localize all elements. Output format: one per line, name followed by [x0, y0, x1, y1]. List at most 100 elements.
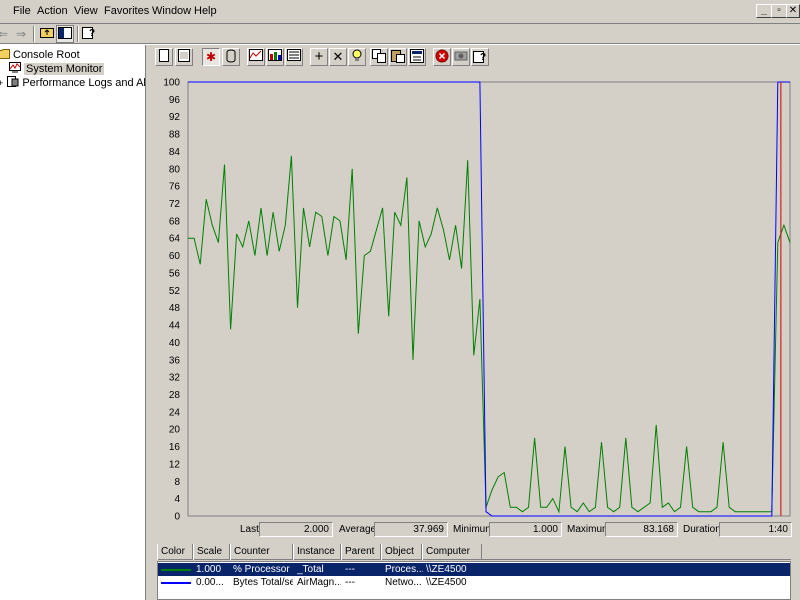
help-icon[interactable]: ? [471, 48, 489, 66]
view-graph-icon[interactable] [247, 48, 265, 66]
show-hide-tree-icon[interactable] [56, 25, 74, 43]
y-tick-label: 76 [169, 182, 181, 193]
y-tick-label: 100 [163, 78, 180, 89]
column-header-color[interactable]: Color [157, 544, 193, 560]
paste-counter-list-icon[interactable] [389, 48, 407, 66]
menu-action[interactable]: Action [37, 5, 68, 17]
y-tick-label: 96 [169, 95, 181, 106]
console-tree: Console Root System Monitor + Performanc… [0, 45, 164, 600]
legend-counter: % Processor ... [233, 564, 293, 575]
up-one-level-icon[interactable] [38, 25, 56, 43]
y-tick-label: 36 [169, 355, 181, 366]
maximum-label: Maximum [567, 524, 611, 535]
legend-scale: 0.00... [196, 577, 224, 588]
legend-computer: \\ZE4500 [426, 564, 467, 575]
toolbar-separator [77, 26, 79, 42]
menu-favorites[interactable]: Favorites [104, 5, 149, 17]
update-data-icon[interactable] [452, 48, 470, 66]
restore-button[interactable]: ▫ [771, 4, 787, 18]
add-counter-icon[interactable]: + [310, 48, 328, 66]
new-counter-set-icon[interactable] [155, 48, 173, 66]
toolbar-separator [33, 26, 35, 42]
clear-display-icon[interactable] [175, 48, 193, 66]
freeze-display-icon[interactable] [433, 48, 451, 66]
svg-text:?: ? [480, 52, 486, 63]
last-value: 2.000 [259, 522, 333, 537]
column-header-object[interactable]: Object [381, 544, 422, 560]
y-tick-label: 40 [169, 338, 181, 349]
y-tick-label: 0 [174, 512, 180, 521]
y-tick-label: 64 [169, 234, 181, 245]
column-header-scale[interactable]: Scale [193, 544, 230, 560]
legend-header: Color Scale Counter Instance Parent Obje… [157, 544, 791, 560]
legend-object: Proces... [385, 564, 423, 575]
tree-item-system-monitor[interactable]: System Monitor [9, 62, 105, 76]
close-button[interactable]: ✕ [786, 4, 800, 18]
y-tick-label: 4 [174, 494, 180, 505]
legend-computer: \\ZE4500 [426, 577, 467, 588]
y-tick-label: 20 [169, 425, 181, 436]
average-label: Average [339, 524, 377, 535]
column-header-computer[interactable]: Computer [422, 544, 482, 560]
legend-row-processor[interactable]: 1.000 % Processor ... _Total --- Proces.… [158, 563, 790, 576]
forward-arrow-icon[interactable]: ⇒ [12, 25, 30, 43]
tree-item-performance-logs[interactable]: + Performance Logs and Alerts [0, 76, 164, 90]
y-tick-label: 84 [169, 147, 181, 158]
column-header-instance[interactable]: Instance [293, 544, 341, 560]
back-arrow-icon[interactable]: ⇐ [0, 25, 12, 43]
legend-object: Netwo... [385, 577, 422, 588]
delete-counter-icon[interactable]: ✕ [329, 48, 347, 66]
duration-value: 1:40 [719, 522, 792, 537]
view-histogram-icon[interactable] [266, 48, 284, 66]
expand-plus-icon[interactable]: + [0, 78, 3, 88]
menu-help[interactable]: Help [194, 5, 217, 17]
plot-area [187, 81, 791, 517]
menu-bar: File Action View Favorites Window Help _… [0, 0, 800, 24]
minimum-label: Minimum [453, 524, 494, 535]
minimize-button[interactable]: _ [756, 4, 772, 18]
duration-label: Duration [683, 524, 721, 535]
y-tick-label: 8 [174, 477, 180, 488]
legend-scale: 1.000 [196, 564, 222, 575]
highlight-icon[interactable] [348, 48, 366, 66]
y-tick-label: 28 [169, 390, 181, 401]
view-log-data-icon[interactable] [222, 48, 240, 66]
help-icon[interactable]: ? [80, 25, 98, 43]
performance-logs-icon [7, 76, 19, 87]
legend-instance: AirMagn... [297, 577, 341, 588]
maximum-value: 83.168 [605, 522, 678, 537]
minimum-value: 1.000 [489, 522, 562, 537]
svg-text:?: ? [89, 28, 95, 39]
column-header-parent[interactable]: Parent [341, 544, 381, 560]
menu-file[interactable]: File [13, 5, 31, 17]
menu-window[interactable]: Window [152, 5, 191, 17]
y-tick-label: 80 [169, 164, 181, 175]
y-tick-label: 44 [169, 321, 181, 332]
y-tick-label: 72 [169, 199, 181, 210]
tree-item-console-root[interactable]: Console Root [0, 48, 80, 62]
y-tick-label: 88 [169, 130, 181, 141]
y-tick-label: 68 [169, 216, 181, 227]
folder-icon [0, 48, 10, 59]
y-tick-label: 92 [169, 112, 181, 123]
y-tick-label: 48 [169, 303, 181, 314]
copy-properties-icon[interactable] [370, 48, 388, 66]
main-toolbar: ⇐ ⇒ ? [0, 24, 800, 44]
view-current-activity-icon[interactable]: ✱ [202, 48, 220, 66]
color-swatch [161, 582, 191, 584]
y-tick-label: 24 [169, 407, 181, 418]
system-monitor-icon [9, 62, 21, 73]
view-report-icon[interactable] [285, 48, 303, 66]
legend-list: 1.000 % Processor ... _Total --- Proces.… [157, 561, 791, 600]
y-tick-label: 12 [169, 459, 181, 470]
menu-view[interactable]: View [74, 5, 98, 17]
average-value: 37.969 [374, 522, 448, 537]
y-axis: 1009692888480767268646056524844403632282… [163, 78, 180, 521]
performance-graph: 1009692888480767268646056524844403632282… [163, 78, 791, 521]
y-tick-label: 60 [169, 251, 181, 262]
last-label: Last [240, 524, 259, 535]
properties-icon[interactable] [408, 48, 426, 66]
legend-row-network[interactable]: 0.00... Bytes Total/sec AirMagn... --- N… [158, 576, 790, 589]
column-header-counter[interactable]: Counter [230, 544, 293, 560]
y-tick-label: 16 [169, 442, 181, 453]
